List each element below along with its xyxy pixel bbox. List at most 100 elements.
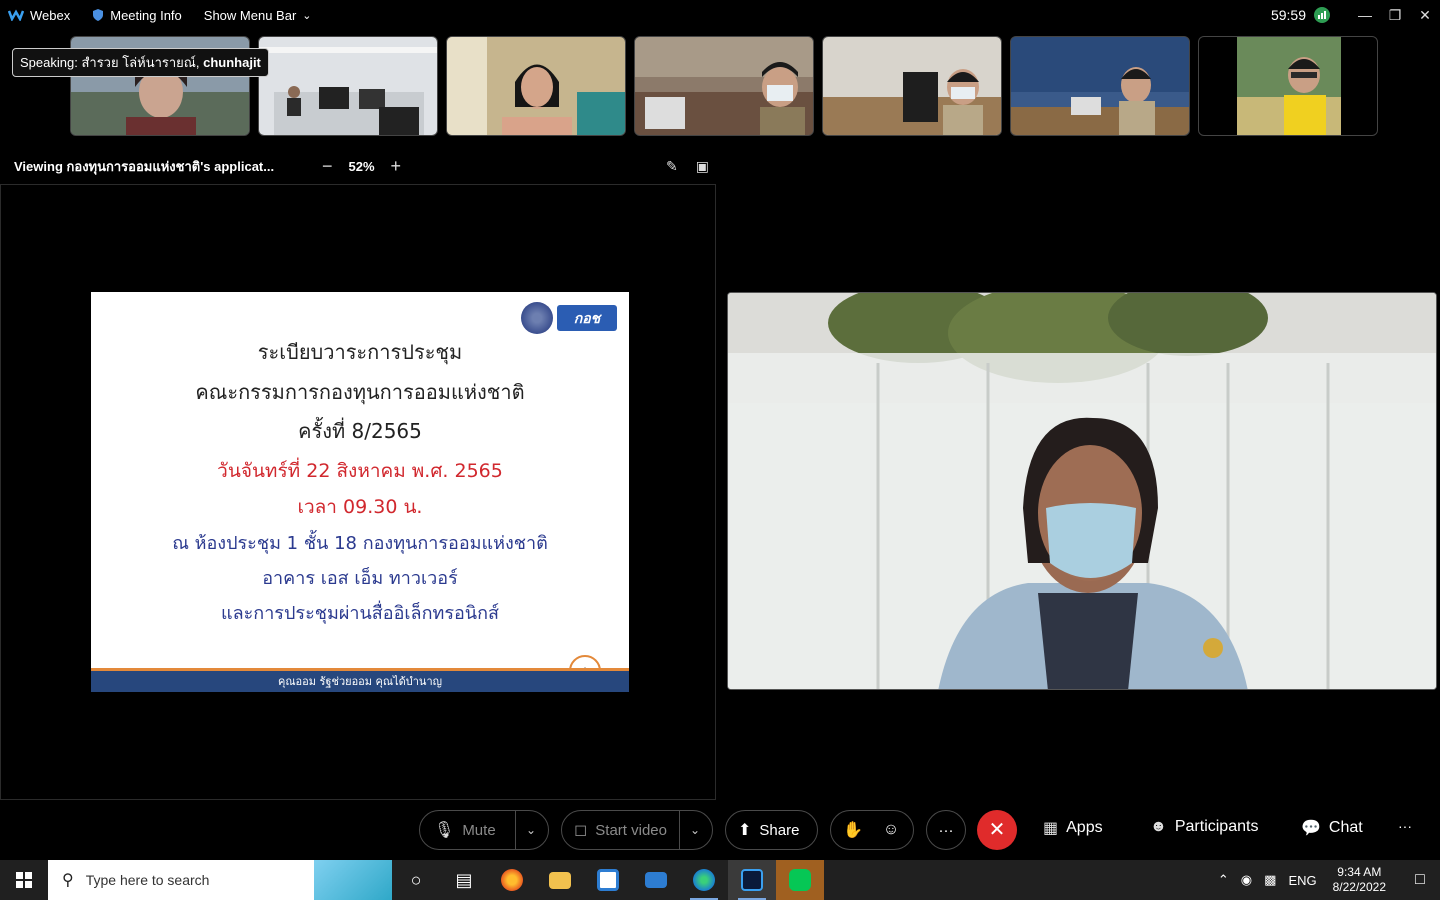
overflow-label: ···	[1398, 818, 1412, 834]
participant-video-5[interactable]	[822, 36, 1002, 136]
zoom-control: − 52% +	[322, 156, 401, 177]
show-menu-bar-button[interactable]: Show Menu Bar ⌄	[204, 8, 312, 23]
microphone-icon: 🎙	[434, 822, 455, 839]
view-options-icon[interactable]: ▣	[696, 158, 709, 175]
meeting-info-label: Meeting Info	[110, 7, 182, 23]
zoom-level: 52%	[348, 158, 375, 174]
clock-date: 8/22/2022	[1332, 880, 1386, 894]
slide-place-2: อาคาร เอส เอ็ม ทาวเวอร์	[262, 568, 458, 589]
shield-icon	[93, 9, 104, 21]
notification-icon[interactable]: □	[1400, 871, 1440, 889]
apps-label: Apps	[1066, 819, 1103, 836]
participant-video-4[interactable]	[634, 36, 814, 136]
chevron-down-icon[interactable]: ⌄	[514, 811, 536, 849]
clock-time: 9:34 AM	[1337, 865, 1382, 879]
speaking-names: สำรวย โล่ห์นารายณ์,	[81, 55, 200, 70]
meet-now-icon[interactable]: ◉	[1241, 872, 1252, 888]
file-explorer-icon[interactable]	[536, 860, 584, 900]
logo-text: กอช	[557, 305, 617, 331]
viewing-text: Viewing กองทุนการออมแห่งชาติ's applicat.…	[14, 156, 274, 177]
title-bar: Webex Meeting Info Show Menu Bar ⌄ 59:59…	[0, 0, 1440, 30]
search-highlight-image	[314, 860, 392, 900]
chevron-down-icon[interactable]: ⌄	[678, 811, 700, 849]
language-indicator[interactable]: ENG	[1288, 873, 1316, 888]
slide-title-3: ครั้งที่ 8/2565	[298, 419, 422, 443]
start-video-button[interactable]: ◻ Start video ⌄	[561, 810, 713, 850]
network-icon[interactable]: ▩	[1264, 872, 1276, 888]
slide-title-1: ระเบียบวาระการประชุม	[257, 340, 463, 364]
firefox-icon[interactable]	[488, 860, 536, 900]
cortana-icon[interactable]: ○	[392, 860, 440, 900]
restore-icon[interactable]: ❐	[1380, 7, 1410, 24]
presentation-slide: กอช ระเบียบวาระการประชุม คณะกรรมการกองทุ…	[91, 292, 629, 692]
chat-icon: 💬	[1301, 820, 1321, 837]
meeting-timer: 59:59	[1270, 7, 1306, 23]
app-name: Webex	[30, 7, 71, 23]
start-button[interactable]	[0, 860, 48, 900]
participant-video-3[interactable]	[446, 36, 626, 136]
speaking-indicator: Speaking: สำรวย โล่ห์นารายณ์, chunhajit	[12, 48, 269, 77]
slide-time: เวลา 09.30 น.	[297, 496, 423, 518]
raise-hand-icon[interactable]: ✋	[843, 820, 863, 840]
zoom-out-icon[interactable]: −	[322, 156, 333, 177]
search-placeholder: Type here to search	[85, 872, 210, 888]
participant-video-7[interactable]	[1198, 36, 1378, 136]
chevron-up-icon[interactable]: ⌃	[1218, 872, 1229, 888]
edge-icon[interactable]	[680, 860, 728, 900]
line-icon[interactable]	[776, 860, 824, 900]
mute-label: Mute	[462, 821, 496, 839]
participant-video-2[interactable]	[258, 36, 438, 136]
slide-place-1: ณ ห้องประชุม 1 ชั้น 18 กองทุนการออมแห่งช…	[172, 533, 548, 554]
viewing-app-name: กองทุนการออมแห่งชาติ's applicat...	[66, 158, 275, 174]
zoom-in-icon[interactable]: +	[391, 156, 402, 177]
store-icon[interactable]	[584, 860, 632, 900]
seal-icon	[521, 302, 553, 334]
share-button[interactable]: ⬆ Share	[725, 810, 818, 850]
start-video-label: Start video	[595, 821, 667, 839]
organization-logo: กอช	[521, 300, 617, 336]
end-call-button[interactable]: ✕	[977, 810, 1017, 850]
participants-button[interactable]: ☻ Participants	[1150, 818, 1258, 836]
close-icon: ✕	[988, 819, 1006, 841]
more-label: ···	[938, 821, 954, 839]
close-icon[interactable]: ✕	[1410, 7, 1440, 24]
minimize-icon[interactable]: —	[1350, 7, 1380, 23]
meeting-info-button[interactable]: Meeting Info	[92, 8, 182, 23]
video-off-icon: ◻	[574, 822, 588, 839]
search-icon: ⚲	[62, 872, 74, 889]
network-signal-icon[interactable]	[1314, 7, 1330, 23]
webex-taskbar-icon[interactable]	[728, 860, 776, 900]
task-view-icon[interactable]: ▤	[440, 860, 488, 900]
apps-button[interactable]: ▦ Apps	[1043, 818, 1103, 838]
participants-icon: ☻	[1150, 818, 1167, 835]
mail-icon[interactable]	[632, 860, 680, 900]
taskbar-clock[interactable]: 9:34 AM 8/22/2022	[1333, 865, 1386, 895]
reactions-icon[interactable]: ☺	[883, 821, 899, 839]
taskbar-search-box[interactable]: ⚲ Type here to search	[48, 860, 392, 900]
speaking-last-name: chunhajit	[203, 55, 261, 70]
mute-button[interactable]: 🎙 Mute ⌄	[419, 810, 549, 850]
slide-footer: คุณออม รัฐช่วยออม คุณได้บำนาญ	[91, 668, 629, 692]
slide-title-2: คณะกรรมการกองทุนการออมแห่งชาติ	[195, 380, 525, 404]
webex-logo-icon	[8, 9, 24, 21]
speaking-prefix: Speaking:	[20, 55, 78, 70]
system-tray: ⌃ ◉ ▩ ENG 9:34 AM 8/22/2022 □	[1212, 860, 1440, 900]
apps-icon: ▦	[1043, 820, 1059, 837]
webex-app[interactable]: Webex	[8, 8, 70, 23]
overflow-menu-button[interactable]: ···	[1398, 818, 1412, 834]
windows-taskbar: ⚲ Type here to search ○ ▤ ⌃ ◉ ▩ ENG 9:34…	[0, 860, 1440, 900]
annotate-icon[interactable]: ✎	[666, 158, 678, 175]
chat-button[interactable]: 💬 Chat	[1301, 818, 1363, 838]
chat-label: Chat	[1328, 819, 1363, 836]
viewing-bar: Viewing กองทุนการออมแห่งชาติ's applicat.…	[14, 155, 724, 177]
participants-label: Participants	[1174, 818, 1259, 835]
participant-video-6[interactable]	[1010, 36, 1190, 136]
share-icon: ⬆	[738, 822, 752, 839]
shared-content-pane: กอช ระเบียบวาระการประชุม คณะกรรมการกองทุ…	[0, 184, 716, 800]
meeting-controls: 🎙 Mute ⌄ ◻ Start video ⌄ ⬆ Share ✋ ☺ ···…	[0, 808, 1440, 852]
more-options-button[interactable]: ···	[926, 810, 966, 850]
slide-date: วันจันทร์ที่ 22 สิงหาคม พ.ศ. 2565	[217, 460, 503, 482]
show-menu-bar-label: Show Menu Bar	[203, 7, 297, 23]
share-label: Share	[759, 821, 800, 839]
active-speaker-video[interactable]	[727, 292, 1437, 690]
